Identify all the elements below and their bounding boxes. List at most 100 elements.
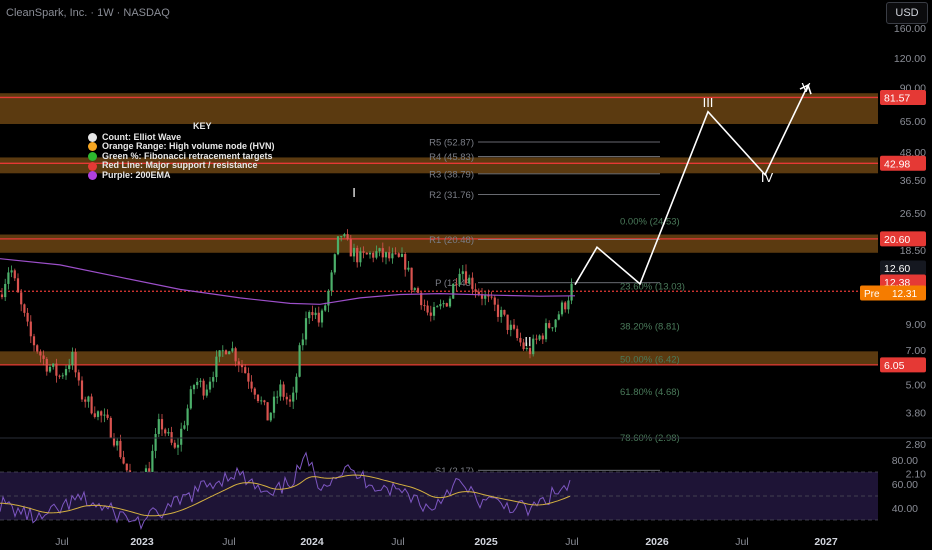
candle-body — [10, 270, 13, 273]
candle-body — [436, 306, 439, 308]
candle-body — [74, 351, 77, 373]
candle-body — [80, 380, 84, 400]
price-tick: 7.00 — [906, 345, 927, 357]
candle-body — [122, 457, 125, 464]
wave-label: I — [352, 185, 356, 200]
wave-label: III — [703, 95, 714, 110]
candle-body — [423, 305, 426, 307]
candle-body — [151, 450, 154, 473]
candle-body — [564, 302, 567, 310]
pre-label: Pre — [864, 289, 880, 300]
candle-body — [314, 312, 317, 316]
price-label-text: 42.98 — [884, 158, 910, 170]
candle-body — [240, 364, 244, 368]
candle-body — [109, 417, 112, 438]
candle-body — [208, 381, 212, 390]
candle-body — [519, 337, 522, 343]
candle-body — [410, 267, 413, 290]
candle-body — [202, 380, 205, 396]
candle-body — [282, 384, 285, 397]
candle-body — [292, 392, 295, 402]
candle-body — [189, 389, 192, 409]
candle-body — [250, 381, 253, 389]
candle-body — [356, 247, 359, 263]
candle-body — [320, 310, 324, 323]
candle-body — [560, 302, 564, 315]
candle-body — [330, 272, 333, 291]
candle-body — [215, 356, 218, 378]
price-chart[interactable]: R5 (52.87) R4 (45.83) R3 (38.79) R2 (31.76)… — [0, 0, 932, 550]
candle-body — [68, 365, 71, 370]
rsi-band — [0, 472, 878, 520]
candle-body — [359, 251, 362, 263]
price-tick: 65.00 — [900, 116, 926, 128]
wave-label: V — [802, 80, 811, 95]
legend-dot-icon — [88, 142, 97, 152]
candle-body — [205, 389, 208, 396]
candle-body — [154, 433, 157, 451]
candle-body — [439, 304, 442, 307]
candle-body — [493, 297, 496, 305]
candle-body — [484, 295, 487, 299]
candle-body — [263, 400, 266, 403]
candle-body — [311, 312, 314, 316]
candle-body — [234, 348, 237, 362]
candle-body — [36, 345, 39, 352]
candle-body — [29, 321, 32, 337]
candle-body — [349, 239, 352, 257]
candle-body — [554, 319, 557, 328]
candle-body — [516, 328, 519, 338]
candle-body — [548, 323, 551, 328]
candle-body — [490, 296, 493, 298]
candle-body — [381, 248, 384, 258]
legend-dot-icon — [88, 161, 97, 171]
price-tick: 2.80 — [906, 439, 927, 451]
candle-body — [557, 314, 560, 320]
candle-body — [365, 252, 368, 255]
candle-body — [96, 411, 100, 417]
fib-label: 23.60% (13.03) — [620, 281, 685, 292]
candle-body — [346, 234, 349, 240]
candle-body — [4, 283, 7, 298]
candle-body — [13, 270, 16, 279]
candle-body — [45, 358, 48, 372]
candle-body — [52, 363, 55, 367]
candle-body — [119, 440, 122, 458]
candle-body — [247, 373, 250, 382]
pivot-label: R3 (38.79) — [429, 169, 474, 180]
fib-label: 78.60% (2.98) — [620, 433, 680, 444]
candle-body — [100, 411, 103, 416]
candle-body — [64, 369, 68, 376]
candle-body — [404, 253, 407, 270]
candle-body — [112, 437, 116, 446]
candle-body — [455, 283, 458, 285]
candle-body — [42, 355, 45, 359]
fib-label: 38.20% (8.81) — [620, 322, 680, 333]
candle-body — [221, 350, 224, 352]
candle-body — [378, 248, 381, 252]
candle-body — [106, 414, 109, 418]
price-tick: 3.80 — [906, 408, 927, 420]
pivot-label: R2 (31.76) — [429, 190, 474, 201]
candle-body — [468, 277, 471, 284]
candle-body — [429, 312, 432, 316]
candle-body — [199, 380, 202, 382]
candle-body — [32, 336, 36, 346]
candle-body — [375, 251, 378, 258]
time-tick: Jul — [55, 536, 68, 548]
fib-label: 0.00% (24.53) — [620, 216, 680, 227]
pivot-label: R1 (20.48) — [429, 235, 474, 246]
candle-body — [183, 425, 186, 429]
price-tick: 26.50 — [900, 208, 926, 220]
candle-body — [496, 304, 500, 317]
currency-button[interactable]: USD — [886, 2, 928, 24]
candle-body — [551, 327, 554, 329]
candle-body — [397, 253, 400, 257]
time-tick: Jul — [565, 536, 578, 548]
candle-body — [61, 375, 64, 377]
candle-body — [452, 283, 455, 299]
candle-body — [458, 273, 461, 285]
candle-body — [90, 396, 93, 414]
candle-body — [509, 324, 512, 330]
price-label-text: 81.57 — [884, 92, 910, 104]
